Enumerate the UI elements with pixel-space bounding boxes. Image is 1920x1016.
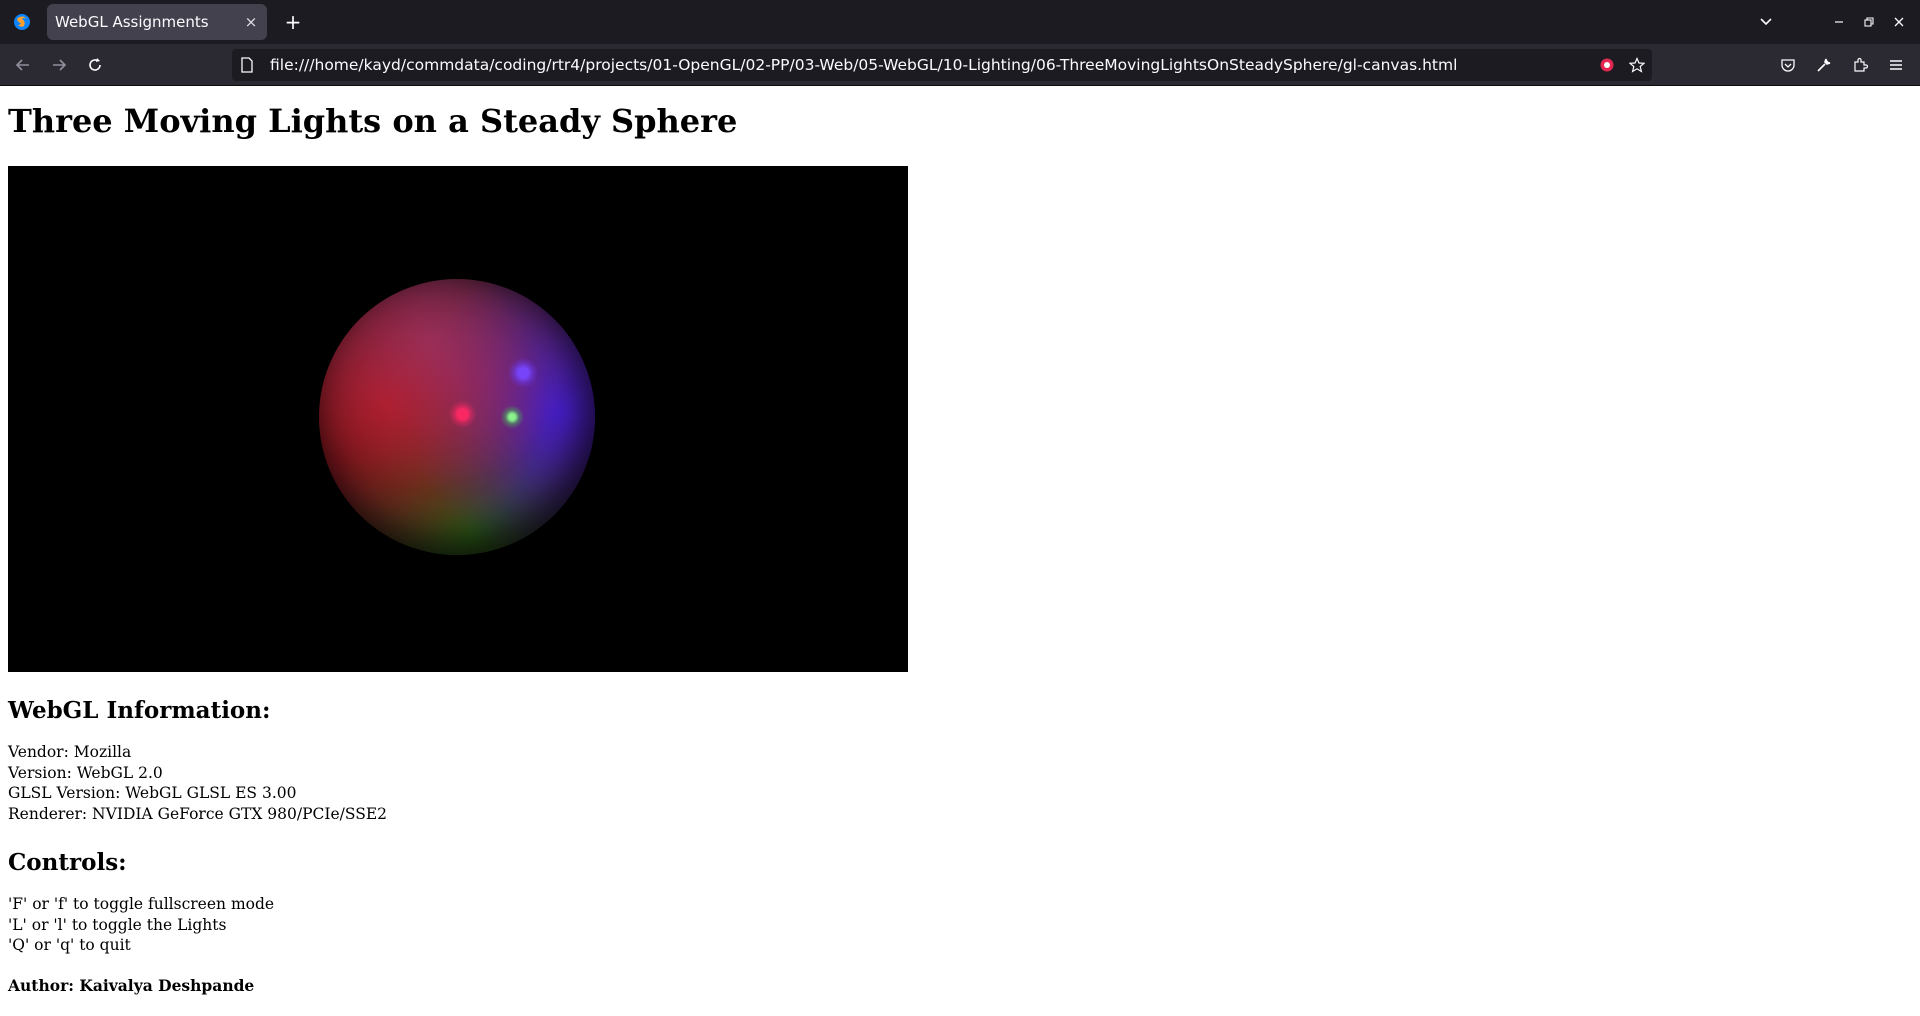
tab-webgl-assignments[interactable]: WebGL Assignments × (47, 4, 267, 40)
restore-icon[interactable] (1854, 8, 1884, 36)
gl-canvas[interactable] (8, 166, 908, 672)
renderer-line: Renderer: NVIDIA GeForce GTX 980/PCIe/SS… (8, 804, 388, 823)
forward-icon[interactable] (44, 50, 74, 80)
control-lights: 'L' or 'l' to toggle the Lights (8, 915, 227, 934)
webgl-info-list: Vendor: Mozilla Version: WebGL 2.0 GLSL … (8, 742, 1908, 824)
page-title: Three Moving Lights on a Steady Sphere (8, 102, 738, 140)
page-icon[interactable] (232, 50, 262, 80)
page-content: Three Moving Lights on a Steady Sphere W… (8, 85, 1908, 996)
wrench-icon[interactable] (1806, 50, 1842, 80)
new-tab-button[interactable]: + (279, 8, 307, 36)
firefox-logo[interactable] (0, 0, 44, 44)
menu-icon[interactable] (1878, 50, 1914, 80)
extensions-icon[interactable] (1842, 50, 1878, 80)
url-text[interactable]: file:///home/kayd/commdata/coding/rtr4/p… (270, 56, 1592, 74)
close-icon[interactable] (1884, 8, 1914, 36)
tab-close-icon[interactable]: × (235, 13, 267, 31)
tab-bar: WebGL Assignments × + (0, 0, 1920, 44)
control-fullscreen: 'F' or 'f' to toggle fullscreen mode (8, 895, 275, 913)
bookmark-star-icon[interactable] (1622, 50, 1652, 80)
chevron-down-icon[interactable] (1752, 8, 1780, 36)
shield-icon[interactable] (1592, 50, 1622, 80)
reload-icon[interactable] (80, 50, 110, 80)
vendor-line: Vendor: Mozilla (8, 743, 132, 761)
glsl-version-line: GLSL Version: WebGL GLSL ES 3.00 (8, 784, 297, 802)
url-bar[interactable]: file:///home/kayd/commdata/coding/rtr4/p… (232, 49, 1652, 81)
control-quit: 'Q' or 'q' to quit (8, 936, 131, 954)
author-line: Author: Kaivalya Deshpande (8, 975, 255, 995)
controls-heading: Controls: (8, 849, 127, 876)
tab-title: WebGL Assignments (55, 13, 209, 31)
pocket-icon[interactable] (1770, 50, 1806, 80)
version-line: Version: WebGL 2.0 (8, 763, 163, 782)
navigation-toolbar: file:///home/kayd/commdata/coding/rtr4/p… (0, 44, 1920, 86)
lit-sphere (319, 279, 595, 555)
controls-list: 'F' or 'f' to toggle fullscreen mode 'L'… (8, 894, 1908, 956)
back-icon[interactable] (8, 50, 38, 80)
webgl-info-heading: WebGL Information: (8, 697, 271, 724)
minimize-icon[interactable] (1824, 8, 1854, 36)
